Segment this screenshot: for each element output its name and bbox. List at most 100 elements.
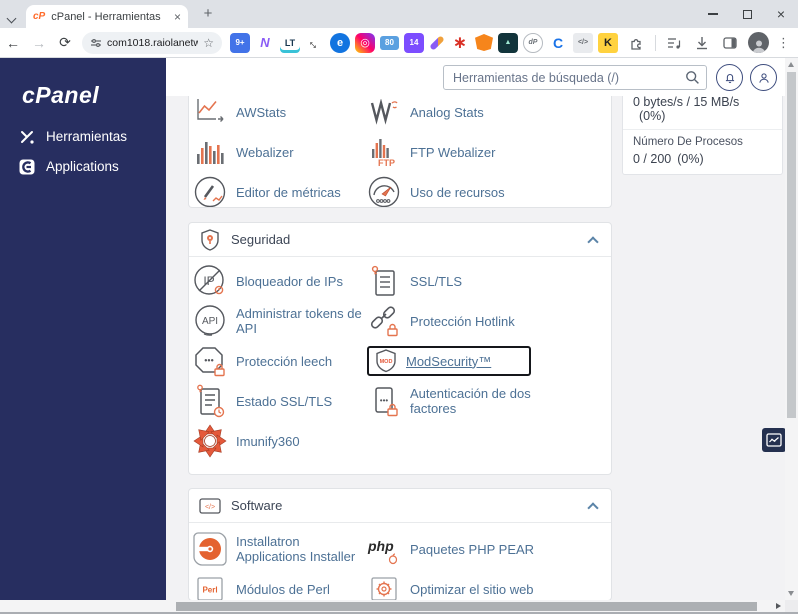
tool-item-hotlink-protection[interactable]: Protección Hotlink: [367, 301, 611, 341]
tool-item-ssl-tls[interactable]: SSL/TLS: [367, 261, 611, 301]
stats-processes-value: 0 / 200: [633, 152, 672, 166]
back-icon[interactable]: ←: [0, 35, 26, 51]
extension-icons: 9+ N LT ↔ e ◎ 80 14 ∗ ▲ dP C </> K: [230, 32, 618, 53]
media-queue-icon[interactable]: [664, 33, 684, 53]
extension-a-triangle-icon[interactable]: ▲: [498, 32, 518, 53]
extension-metamask-icon[interactable]: [475, 34, 493, 51]
address-bar[interactable]: com1018.raiolanetwo... ☆: [82, 31, 222, 54]
search-icon[interactable]: [685, 70, 700, 85]
bookmark-star-icon[interactable]: ☆: [203, 36, 214, 50]
extension-pencil-icon[interactable]: [429, 34, 445, 51]
vertical-scrollbar-thumb[interactable]: [787, 72, 796, 418]
tool-item-webalizer[interactable]: Webalizer: [193, 132, 367, 172]
svg-text:API: API: [202, 316, 218, 327]
side-panel-icon[interactable]: [720, 33, 740, 53]
extension-code-icon[interactable]: </>: [573, 32, 593, 53]
tool-item-label: Analog Stats: [410, 104, 484, 120]
horizontal-scrollbar[interactable]: [0, 600, 785, 612]
tab-close-icon[interactable]: ×: [174, 10, 181, 24]
extension-languagetool-icon[interactable]: LT: [280, 33, 300, 53]
sidebar-item-herramientas[interactable]: Herramientas: [18, 128, 127, 145]
extension-asterisk-icon[interactable]: ∗: [450, 33, 470, 53]
tool-item-ip-blocker[interactable]: IP Bloqueador de IPs: [193, 261, 367, 301]
minimize-button[interactable]: [696, 0, 730, 28]
extension-n-logo-icon[interactable]: N: [255, 33, 275, 53]
tool-item-ssl-status[interactable]: Estado SSL/TLS: [193, 381, 367, 421]
browser-tab[interactable]: cP cPanel - Herramientas ×: [26, 5, 188, 28]
extension-k-flag-icon[interactable]: K: [598, 32, 618, 53]
tool-item-label: Uso de recursos: [410, 184, 505, 200]
scroll-down-icon[interactable]: [788, 591, 794, 596]
tool-item-perl-modules[interactable]: Perl Módulos de Perl: [193, 569, 367, 600]
extension-tag-80-icon[interactable]: 80: [380, 35, 399, 50]
ftp-webalizer-icon: FTP: [367, 135, 401, 169]
scroll-right-icon[interactable]: [776, 603, 781, 609]
modsecurity-icon: MOD: [374, 349, 398, 373]
software-section-header[interactable]: </> Software: [189, 489, 611, 523]
scroll-up-icon[interactable]: [788, 62, 794, 67]
software-section-card: </> Software Installatron Applications I…: [188, 488, 612, 601]
tool-item-two-factor[interactable]: ••• Autenticación de dos factores: [367, 381, 611, 421]
ssl-tls-icon: [367, 264, 401, 298]
menu-kebab-icon[interactable]: ⋮: [777, 35, 790, 51]
tool-item-api-tokens[interactable]: API Administrar tokens de API: [193, 301, 367, 341]
tab-list-chevron-icon[interactable]: [6, 9, 18, 24]
security-section-header[interactable]: Seguridad: [189, 223, 611, 257]
extension-dp-circle-icon[interactable]: dP: [523, 32, 543, 53]
new-tab-button[interactable]: +: [198, 4, 218, 24]
extension-badge-9-plus-icon[interactable]: 9+: [230, 32, 250, 53]
chevron-up-icon[interactable]: [587, 235, 599, 248]
tool-item-analog-stats[interactable]: Analog Stats: [367, 92, 611, 132]
site-settings-icon[interactable]: [90, 37, 102, 49]
leech-protection-icon: •••: [193, 344, 227, 378]
extension-e-circle-icon[interactable]: e: [330, 32, 350, 53]
tool-item-resource-usage[interactable]: Uso de recursos: [367, 172, 611, 207]
tool-item-label: ModSecurity™: [406, 353, 492, 369]
cpanel-favicon-icon: cP: [33, 11, 46, 22]
tool-item-metrics-editor[interactable]: Editor de métricas: [193, 172, 367, 207]
chevron-up-icon[interactable]: [587, 501, 599, 514]
tool-item-leech-protection[interactable]: ••• Protección leech: [193, 341, 367, 381]
search-box: [443, 65, 707, 90]
downloads-icon[interactable]: [692, 33, 712, 53]
notifications-bell-button[interactable]: [716, 64, 743, 91]
toolbar-separator: [655, 34, 656, 51]
metrics-section-card: AWStats Analog Stats Webalizer FTP FTP W…: [188, 88, 612, 208]
security-section-card: Seguridad IP Bloqueador de IPs SSL/TLS: [188, 222, 612, 475]
reload-icon[interactable]: ⟳: [52, 34, 78, 51]
extension-badge-14-icon[interactable]: 14: [404, 32, 424, 53]
server-stats-panel: 0 bytes/s / 15 MB/s (0%) Número De Proce…: [622, 96, 783, 175]
tool-item-label: Optimizar el sitio web: [410, 581, 534, 597]
horizontal-scrollbar-thumb[interactable]: [176, 601, 757, 611]
profile-avatar[interactable]: [748, 32, 769, 53]
maximize-button[interactable]: [730, 0, 764, 28]
chart-icon: [766, 433, 782, 447]
tool-item-label: Editor de métricas: [236, 184, 341, 200]
tool-item-modsecurity[interactable]: MOD ModSecurity™: [367, 346, 531, 376]
tool-item-awstats[interactable]: AWStats: [193, 92, 367, 132]
user-account-button[interactable]: [750, 64, 777, 91]
tool-item-php-pear[interactable]: php Paquetes PHP PEAR: [367, 529, 611, 569]
cpanel-page: cPanel Herramientas Applications Herrami…: [0, 58, 798, 614]
tool-item-ftp-webalizer[interactable]: FTP FTP Webalizer: [367, 132, 611, 172]
applications-icon: [18, 158, 35, 175]
svg-text:FTP: FTP: [378, 158, 395, 167]
tool-item-imunify360[interactable]: Imunify360: [193, 421, 367, 461]
statistics-panel-toggle-button[interactable]: [762, 428, 786, 452]
vertical-scrollbar[interactable]: [785, 58, 798, 600]
close-button[interactable]: ×: [764, 0, 798, 28]
search-input[interactable]: [443, 65, 707, 90]
tool-item-label: Protección leech: [236, 353, 333, 369]
tool-item-installatron[interactable]: Installatron Applications Installer: [193, 529, 367, 569]
url-text[interactable]: com1018.raiolanetwo...: [107, 37, 198, 49]
tool-item-label: SSL/TLS: [410, 273, 463, 289]
tool-item-optimize-website[interactable]: Optimizar el sitio web: [367, 569, 611, 600]
extension-c-logo-icon[interactable]: C: [548, 33, 568, 53]
svg-text:</>: </>: [205, 504, 215, 511]
tool-item-label: Autenticación de dos factores: [410, 386, 531, 416]
extension-fullscreen-icon[interactable]: ↔: [301, 28, 329, 56]
security-shield-icon: [199, 228, 221, 252]
extension-instagram-icon[interactable]: ◎: [355, 32, 375, 53]
extensions-puzzle-icon[interactable]: [627, 33, 647, 53]
sidebar-item-applications[interactable]: Applications: [18, 158, 119, 175]
